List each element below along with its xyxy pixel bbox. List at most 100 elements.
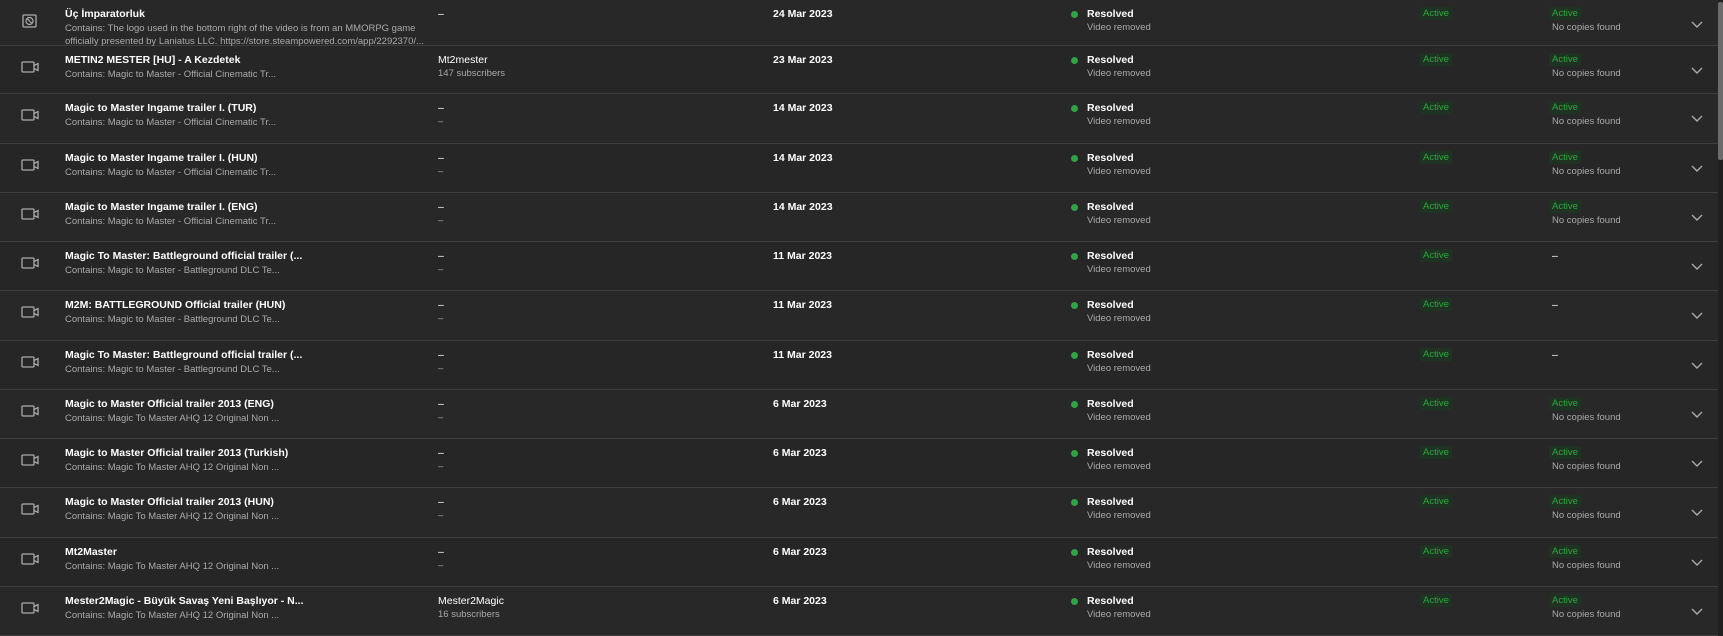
channel-name[interactable]: –	[438, 496, 444, 508]
channel-name[interactable]: Mt2mester	[438, 54, 488, 66]
claim-date: 23 Mar 2023	[773, 54, 833, 66]
channel-subscribers: –	[438, 313, 444, 324]
video-title[interactable]: Magic To Master: Battleground official t…	[65, 250, 302, 262]
video-icon	[20, 107, 40, 123]
table-row[interactable]: Magic to Master Official trailer 2013 (H…	[0, 488, 1718, 538]
video-icon	[20, 255, 40, 271]
table-row[interactable]: Mt2Master Contains: Magic To Master AHQ 1…	[0, 538, 1718, 587]
status-detail: Video removed	[1087, 116, 1151, 127]
status-label: Resolved	[1087, 250, 1134, 262]
video-title[interactable]: Magic to Master Official trailer 2013 (H…	[65, 496, 274, 508]
channel-subscribers: 147 subscribers	[438, 68, 506, 79]
chevron-down-icon[interactable]	[1690, 606, 1704, 616]
channel-subscribers: –	[438, 560, 444, 571]
status-label: Resolved	[1087, 496, 1134, 508]
copies-found-text: –	[1552, 250, 1558, 262]
channel-name[interactable]: –	[438, 250, 444, 262]
video-title[interactable]: METIN2 MESTER [HU] - A Kezdetek	[65, 54, 240, 66]
copies-status-badge: Active	[1549, 7, 1581, 20]
chevron-down-icon[interactable]	[1690, 310, 1704, 320]
table-row[interactable]: Magic to Master Ingame trailer I. (HUN) C…	[0, 144, 1718, 193]
table-row[interactable]: Magic to Master Official trailer 2013 (T…	[0, 439, 1718, 488]
status-label: Resolved	[1087, 349, 1134, 361]
channel-subscribers: –	[438, 461, 444, 472]
channel-name[interactable]: –	[438, 349, 444, 361]
chevron-down-icon[interactable]	[1690, 19, 1704, 29]
copies-found-text: No copies found	[1552, 68, 1621, 79]
chevron-down-icon[interactable]	[1690, 65, 1704, 75]
video-icon	[20, 354, 40, 370]
video-title[interactable]: Magic to Master Ingame trailer I. (ENG)	[65, 201, 258, 213]
table-row[interactable]: Mester2Magic - Büyük Savaş Yeni Başlıyor…	[0, 587, 1718, 636]
video-icon	[20, 304, 40, 320]
chevron-down-icon[interactable]	[1690, 458, 1704, 468]
copies-status-badge: Active	[1549, 594, 1581, 607]
table-row[interactable]: Magic to Master Ingame trailer I. (TUR) C…	[0, 94, 1718, 144]
copies-status-badge: Active	[1549, 101, 1581, 114]
chevron-down-icon[interactable]	[1690, 163, 1704, 173]
copies-found-text: No copies found	[1552, 22, 1621, 33]
video-contains-text: Contains: Magic to Master - Battleground…	[65, 364, 280, 375]
status-label: Resolved	[1087, 299, 1134, 311]
chevron-down-icon[interactable]	[1690, 261, 1704, 271]
table-row[interactable]: Üç İmparatorluk Contains: The logo used i…	[0, 0, 1718, 47]
status-detail: Video removed	[1087, 68, 1151, 79]
table-row[interactable]: Magic to Master Ingame trailer I. (ENG) C…	[0, 193, 1718, 242]
video-contains-text: Contains: Magic To Master AHQ 12 Origina…	[65, 413, 280, 424]
channel-name[interactable]: –	[438, 102, 444, 114]
video-contains-text: Contains: Magic To Master AHQ 12 Origina…	[65, 610, 280, 621]
status-dot	[1071, 499, 1078, 506]
chevron-down-icon[interactable]	[1690, 507, 1704, 517]
status-badge: Active	[1420, 397, 1452, 410]
table-row[interactable]: METIN2 MESTER [HU] - A Kezdetek Contains:…	[0, 46, 1718, 94]
video-title[interactable]: M2M: BATTLEGROUND Official trailer (HUN)	[65, 299, 285, 311]
status-dot	[1071, 253, 1078, 260]
video-title[interactable]: Magic To Master: Battleground official t…	[65, 349, 302, 361]
status-label: Resolved	[1087, 398, 1134, 410]
channel-name[interactable]: –	[438, 447, 444, 459]
status-label: Resolved	[1087, 546, 1134, 558]
copies-found-text: No copies found	[1552, 510, 1621, 521]
table-row[interactable]: Magic To Master: Battleground official t…	[0, 341, 1718, 390]
channel-name[interactable]: –	[438, 8, 444, 20]
copies-status-badge: Active	[1549, 53, 1581, 66]
channel-name[interactable]: –	[438, 299, 444, 311]
channel-name[interactable]: –	[438, 152, 444, 164]
channel-name[interactable]: –	[438, 398, 444, 410]
status-dot	[1071, 352, 1078, 359]
table-row[interactable]: M2M: BATTLEGROUND Official trailer (HUN)…	[0, 291, 1718, 341]
video-title[interactable]: Mester2Magic - Büyük Savaş Yeni Başlıyor…	[65, 595, 304, 607]
channel-name[interactable]: –	[438, 201, 444, 213]
video-icon	[20, 452, 40, 468]
chevron-down-icon[interactable]	[1690, 212, 1704, 222]
status-dot	[1071, 549, 1078, 556]
chevron-down-icon[interactable]	[1690, 360, 1704, 370]
status-badge: Active	[1420, 446, 1452, 459]
status-badge: Active	[1420, 249, 1452, 262]
video-contains-text: Contains: Magic To Master AHQ 12 Origina…	[65, 511, 280, 522]
video-title[interactable]: Magic to Master Official trailer 2013 (E…	[65, 398, 274, 410]
channel-name[interactable]: Mester2Magic	[438, 595, 504, 607]
video-contains-text: Contains: Magic to Master - Official Cin…	[65, 167, 277, 178]
status-label: Resolved	[1087, 102, 1134, 114]
video-title[interactable]: Üç İmparatorluk	[65, 8, 145, 20]
chevron-down-icon[interactable]	[1690, 113, 1704, 123]
scrollbar-thumb[interactable]	[1718, 2, 1723, 160]
video-title[interactable]: Magic to Master Ingame trailer I. (HUN)	[65, 152, 258, 164]
video-title[interactable]: Magic to Master Official trailer 2013 (T…	[65, 447, 288, 459]
video-title[interactable]: Magic to Master Ingame trailer I. (TUR)	[65, 102, 256, 114]
copies-found-text: No copies found	[1552, 560, 1621, 571]
channel-subscribers: –	[438, 166, 444, 177]
chevron-down-icon[interactable]	[1690, 409, 1704, 419]
video-contains-text: Contains: Magic To Master AHQ 12 Origina…	[65, 462, 280, 473]
status-dot	[1071, 302, 1078, 309]
status-detail: Video removed	[1087, 412, 1151, 423]
table-row[interactable]: Magic to Master Official trailer 2013 (E…	[0, 390, 1718, 439]
chevron-down-icon[interactable]	[1690, 557, 1704, 567]
channel-subscribers: –	[438, 215, 444, 226]
status-dot	[1071, 450, 1078, 457]
channel-name[interactable]: –	[438, 546, 444, 558]
status-dot	[1071, 204, 1078, 211]
video-title[interactable]: Mt2Master	[65, 546, 117, 558]
table-row[interactable]: Magic To Master: Battleground official t…	[0, 242, 1718, 291]
